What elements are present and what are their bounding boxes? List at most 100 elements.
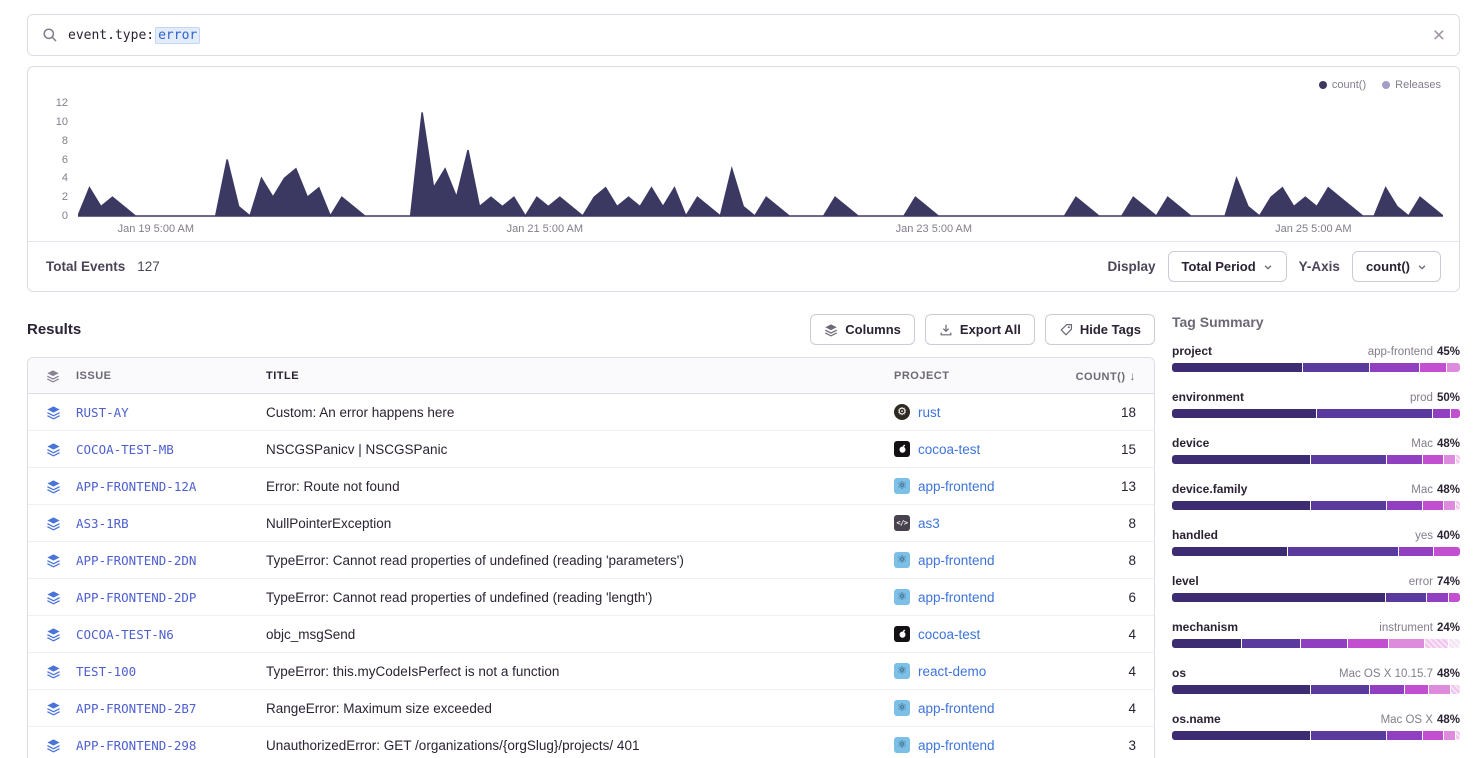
- tag-segment[interactable]: [1444, 501, 1456, 510]
- project-link[interactable]: cocoa-test: [918, 442, 980, 457]
- tag-segment[interactable]: [1242, 639, 1300, 648]
- project-link[interactable]: app-frontend: [918, 590, 995, 605]
- issue-link[interactable]: COCOA-TEST-N6: [76, 627, 174, 642]
- tag-segment[interactable]: [1317, 409, 1432, 418]
- tag-segment[interactable]: [1399, 547, 1434, 556]
- table-row[interactable]: TEST-100 TypeError: this.myCodeIsPerfect…: [28, 653, 1154, 690]
- tag-segment[interactable]: [1387, 731, 1422, 740]
- tag-summary-item[interactable]: mechanism instrument 24%: [1172, 620, 1460, 648]
- project-link[interactable]: app-frontend: [918, 553, 995, 568]
- tag-segment[interactable]: [1405, 685, 1428, 694]
- tag-distribution-bar[interactable]: [1172, 731, 1460, 740]
- search-input[interactable]: event.type:error: [68, 27, 200, 44]
- tag-segment[interactable]: [1172, 731, 1310, 740]
- project-link[interactable]: cocoa-test: [918, 627, 980, 642]
- column-header-count[interactable]: COUNT()↓: [1064, 369, 1154, 383]
- issue-link[interactable]: APP-FRONTEND-2DN: [76, 553, 196, 568]
- tag-segment[interactable]: [1456, 455, 1460, 464]
- table-row[interactable]: APP-FRONTEND-2DP TypeError: Cannot read …: [28, 579, 1154, 616]
- tag-summary-item[interactable]: os.name Mac OS X 48%: [1172, 712, 1460, 740]
- tag-summary-item[interactable]: device.family Mac 48%: [1172, 482, 1460, 510]
- issue-link[interactable]: TEST-100: [76, 664, 136, 679]
- tag-segment[interactable]: [1172, 685, 1310, 694]
- table-row[interactable]: COCOA-TEST-N6 objc_msgSend cocoa-test 4: [28, 616, 1154, 653]
- hide-tags-button[interactable]: Hide Tags: [1045, 314, 1155, 345]
- tag-segment[interactable]: [1427, 593, 1447, 602]
- issue-link[interactable]: RUST-AY: [76, 405, 129, 420]
- tag-segment[interactable]: [1386, 593, 1426, 602]
- table-row[interactable]: APP-FRONTEND-12A Error: Route not found …: [28, 468, 1154, 505]
- tag-segment[interactable]: [1172, 501, 1310, 510]
- legend-item[interactable]: count(): [1319, 79, 1366, 91]
- chart-plot-area[interactable]: [78, 99, 1443, 217]
- project-link[interactable]: as3: [918, 516, 940, 531]
- columns-button[interactable]: Columns: [810, 314, 915, 345]
- tag-distribution-bar[interactable]: [1172, 685, 1460, 694]
- tag-segment[interactable]: [1434, 547, 1460, 556]
- table-row[interactable]: COCOA-TEST-MB NSCGSPanicv | NSCGSPanic c…: [28, 431, 1154, 468]
- project-link[interactable]: app-frontend: [918, 701, 995, 716]
- table-row[interactable]: APP-FRONTEND-2DN TypeError: Cannot read …: [28, 542, 1154, 579]
- tag-summary-item[interactable]: handled yes 40%: [1172, 528, 1460, 556]
- tag-segment[interactable]: [1303, 363, 1369, 372]
- tag-segment[interactable]: [1311, 731, 1386, 740]
- issue-link[interactable]: APP-FRONTEND-12A: [76, 479, 196, 494]
- tag-segment[interactable]: [1172, 409, 1316, 418]
- project-link[interactable]: app-frontend: [918, 479, 995, 494]
- tag-segment[interactable]: [1449, 639, 1460, 648]
- tag-segment[interactable]: [1423, 501, 1443, 510]
- tag-segment[interactable]: [1172, 639, 1241, 648]
- tag-distribution-bar[interactable]: [1172, 363, 1460, 372]
- tag-segment[interactable]: [1451, 409, 1460, 418]
- tag-segment[interactable]: [1311, 455, 1386, 464]
- tag-segment[interactable]: [1425, 639, 1448, 648]
- display-dropdown[interactable]: Total Period: [1168, 251, 1287, 282]
- tag-distribution-bar[interactable]: [1172, 409, 1460, 418]
- tag-segment[interactable]: [1172, 455, 1310, 464]
- y-axis-dropdown[interactable]: count(): [1352, 251, 1441, 282]
- tag-segment[interactable]: [1311, 501, 1386, 510]
- tag-segment[interactable]: [1387, 455, 1422, 464]
- search-bar[interactable]: event.type:error ×: [27, 14, 1460, 56]
- tag-distribution-bar[interactable]: [1172, 639, 1460, 648]
- tag-segment[interactable]: [1172, 547, 1287, 556]
- tag-summary-item[interactable]: os Mac OS X 10.15.7 48%: [1172, 666, 1460, 694]
- tag-distribution-bar[interactable]: [1172, 547, 1460, 556]
- tag-segment[interactable]: [1370, 363, 1419, 372]
- tag-segment[interactable]: [1311, 685, 1369, 694]
- table-row[interactable]: APP-FRONTEND-298 UnauthorizedError: GET …: [28, 727, 1154, 758]
- table-row[interactable]: RUST-AY Custom: An error happens here ⚙ …: [28, 394, 1154, 431]
- tag-segment[interactable]: [1429, 685, 1449, 694]
- legend-item[interactable]: Releases: [1382, 79, 1441, 91]
- tag-segment[interactable]: [1370, 685, 1405, 694]
- tag-segment[interactable]: [1456, 731, 1460, 740]
- issue-link[interactable]: COCOA-TEST-MB: [76, 442, 174, 457]
- tag-segment[interactable]: [1444, 731, 1456, 740]
- tag-segment[interactable]: [1456, 501, 1460, 510]
- tag-segment[interactable]: [1449, 593, 1460, 602]
- tag-segment[interactable]: [1288, 547, 1397, 556]
- export-all-button[interactable]: Export All: [925, 314, 1035, 345]
- tag-distribution-bar[interactable]: [1172, 455, 1460, 464]
- clear-search-icon[interactable]: ×: [1433, 25, 1445, 46]
- tag-segment[interactable]: [1172, 593, 1385, 602]
- tag-segment[interactable]: [1444, 455, 1456, 464]
- tag-segment[interactable]: [1423, 455, 1443, 464]
- issue-link[interactable]: APP-FRONTEND-2B7: [76, 701, 196, 716]
- project-link[interactable]: app-frontend: [918, 738, 995, 753]
- tag-summary-item[interactable]: project app-frontend 45%: [1172, 344, 1460, 372]
- tag-segment[interactable]: [1451, 685, 1460, 694]
- tag-segment[interactable]: [1423, 731, 1443, 740]
- issue-link[interactable]: APP-FRONTEND-2DP: [76, 590, 196, 605]
- table-row[interactable]: AS3-1RB NullPointerException </> as3 8: [28, 505, 1154, 542]
- tag-summary-item[interactable]: device Mac 48%: [1172, 436, 1460, 464]
- project-link[interactable]: react-demo: [918, 664, 986, 679]
- tag-segment[interactable]: [1389, 639, 1424, 648]
- tag-segment[interactable]: [1348, 639, 1388, 648]
- issue-link[interactable]: APP-FRONTEND-298: [76, 738, 196, 753]
- tag-segment[interactable]: [1301, 639, 1347, 648]
- tag-segment[interactable]: [1433, 409, 1450, 418]
- tag-segment[interactable]: [1172, 363, 1302, 372]
- table-row[interactable]: APP-FRONTEND-2B7 RangeError: Maximum siz…: [28, 690, 1154, 727]
- issue-link[interactable]: AS3-1RB: [76, 516, 129, 531]
